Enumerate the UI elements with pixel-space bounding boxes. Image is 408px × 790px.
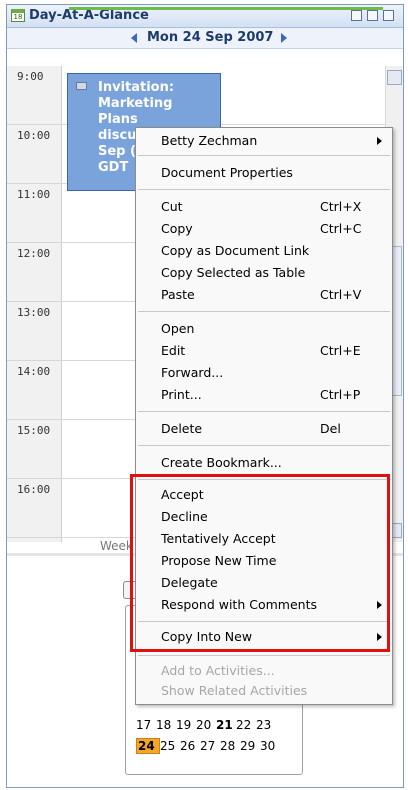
menu-label: Forward... (161, 365, 224, 380)
menu-item-copy-selected-as-table[interactable]: Copy Selected as Table (136, 262, 392, 284)
time-label: 10:00 (17, 129, 51, 142)
calendar-week-row: 17 18 19 20 21 22 23 (136, 718, 276, 732)
menu-shortcut: Ctrl+E (320, 343, 361, 358)
menu-label: Delete (161, 421, 203, 436)
menu-label: Edit (161, 343, 186, 358)
menu-label: Print... (161, 387, 202, 402)
menu-item-copy[interactable]: Copy Ctrl+C (136, 218, 392, 240)
menu-label: Document Properties (161, 165, 293, 180)
menu-label: Copy as Document Link (161, 243, 310, 258)
calendar-day-today[interactable]: 24 (136, 738, 160, 754)
calendar-day[interactable]: 18 (156, 718, 176, 732)
menu-label: Paste (161, 287, 195, 302)
menu-separator (138, 155, 390, 156)
calendar-day[interactable]: 28 (220, 739, 240, 753)
menu-item-document-properties[interactable]: Document Properties (136, 162, 392, 184)
calendar-day[interactable]: 21 (216, 718, 236, 732)
menu-item-cut[interactable]: Cut Ctrl+X (136, 196, 392, 218)
menu-separator (138, 445, 390, 446)
calendar-day[interactable]: 30 (260, 739, 280, 753)
menu-separator (138, 655, 390, 656)
time-label: 15:00 (17, 424, 51, 437)
menu-item-add-to-activities: Add to Activities... (136, 660, 392, 682)
time-label: 12:00 (17, 247, 51, 260)
menu-item-open[interactable]: Open (136, 318, 392, 340)
menu-label: Cut (161, 199, 183, 214)
menu-separator (138, 311, 390, 312)
calendar-day[interactable]: 25 (160, 739, 180, 753)
time-label: 11:00 (17, 188, 51, 201)
menu-item-create-bookmark[interactable]: Create Bookmark... (136, 452, 392, 474)
menu-item-edit[interactable]: Edit Ctrl+E (136, 340, 392, 362)
calendar-day[interactable]: 19 (176, 718, 196, 732)
menu-item-person[interactable]: Betty Zechman (136, 130, 392, 152)
menu-item-copy-as-document-link[interactable]: Copy as Document Link (136, 240, 392, 262)
document-icon[interactable] (351, 10, 362, 21)
calendar-day[interactable]: 20 (196, 718, 216, 732)
envelope-icon (76, 82, 87, 90)
window-icon[interactable] (367, 10, 378, 21)
minimize-icon[interactable] (383, 10, 394, 21)
time-label: 13:00 (17, 306, 51, 319)
previous-day-arrow-icon[interactable] (131, 33, 137, 43)
menu-shortcut: Ctrl+V (320, 287, 362, 302)
calendar-week-row: 24 25 26 27 28 29 30 (136, 738, 280, 754)
menu-item-print[interactable]: Print... Ctrl+P (136, 384, 392, 406)
submenu-arrow-icon (377, 137, 382, 145)
menu-label: Open (161, 321, 195, 336)
highlight-box (130, 474, 390, 652)
menu-item-delete[interactable]: Delete Del (136, 418, 392, 440)
menu-label: Betty Zechman (161, 133, 258, 148)
scroll-up-arrow-icon[interactable] (387, 70, 402, 85)
calendar-day[interactable]: 27 (200, 739, 220, 753)
menu-item-forward[interactable]: Forward... (136, 362, 392, 384)
time-label: 9:00 (17, 70, 44, 83)
calendar-day[interactable]: 26 (180, 739, 200, 753)
menu-separator (138, 411, 390, 412)
menu-shortcut: Ctrl+P (320, 387, 361, 402)
now-indicator (69, 7, 383, 10)
next-day-arrow-icon[interactable] (281, 33, 287, 43)
menu-label: Copy Selected as Table (161, 265, 306, 280)
menu-label: Create Bookmark... (161, 455, 282, 470)
menu-shortcut: Del (320, 421, 341, 436)
time-label: 14:00 (17, 365, 51, 378)
menu-separator (138, 189, 390, 190)
calendar-day[interactable]: 23 (256, 718, 276, 732)
menu-label: Copy (161, 221, 193, 236)
panel-title: Day-At-A-Glance (29, 8, 149, 23)
calendar-day[interactable]: 22 (236, 718, 256, 732)
menu-label: Add to Activities... (161, 663, 275, 678)
appointment-line: Plans (98, 112, 138, 127)
time-label: 16:00 (17, 483, 51, 496)
calendar-icon: 18 (11, 9, 25, 22)
menu-item-paste[interactable]: Paste Ctrl+V (136, 284, 392, 306)
calendar-day[interactable]: 17 (136, 718, 156, 732)
current-date: Mon 24 Sep 2007 (147, 30, 274, 45)
appointment-line: Invitation: (98, 80, 175, 95)
appointment-line: Marketing (98, 96, 173, 111)
menu-item-show-related-activities: Show Related Activities (136, 680, 392, 702)
calendar-day[interactable]: 29 (240, 739, 260, 753)
menu-shortcut: Ctrl+C (320, 221, 362, 236)
menu-shortcut: Ctrl+X (320, 199, 362, 214)
date-navigator: Mon 24 Sep 2007 (7, 28, 403, 49)
menu-label: Show Related Activities (161, 683, 308, 698)
week-label: Week (100, 539, 133, 553)
